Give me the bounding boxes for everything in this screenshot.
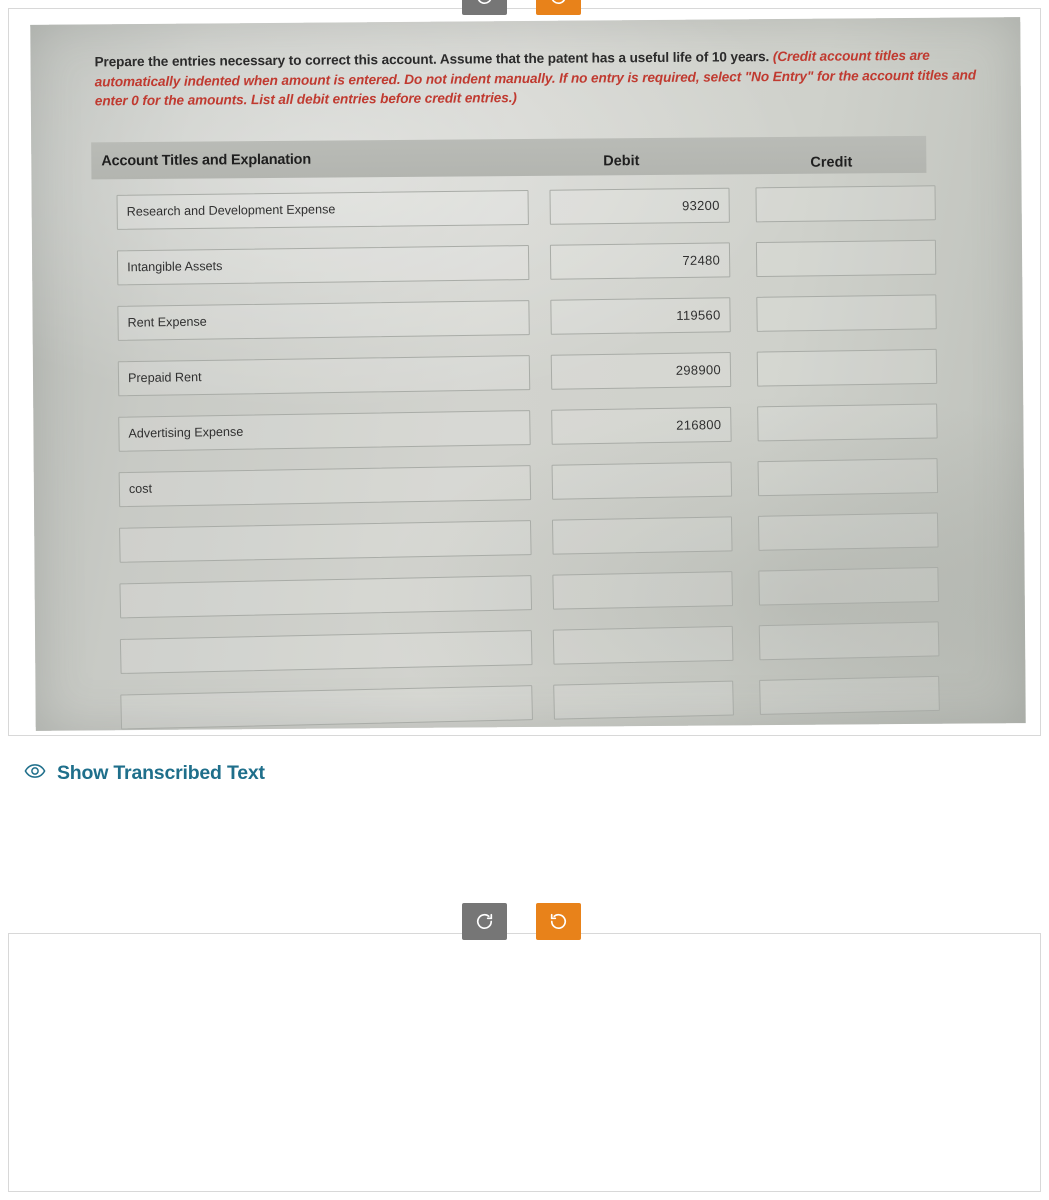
debit-amount-input[interactable]: [553, 680, 734, 720]
rotate-left-icon: [475, 0, 494, 6]
table-row: cost: [93, 450, 989, 513]
rotate-right-icon: [549, 912, 568, 931]
instruction-main-text: Prepare the entries necessary to correct…: [94, 49, 773, 70]
account-title-input[interactable]: [119, 574, 533, 618]
column-header-debit: Debit: [603, 153, 640, 170]
credit-amount-input[interactable]: [757, 457, 939, 496]
debit-amount-input[interactable]: [552, 570, 734, 610]
account-title-input[interactable]: Prepaid Rent: [117, 354, 531, 396]
image-rotation-toolbar-bottom: [462, 903, 581, 940]
credit-amount-input[interactable]: [759, 675, 940, 715]
journal-entry-table: Account Titles and Explanation Debit Cre…: [91, 135, 991, 730]
credit-amount-input[interactable]: [758, 620, 940, 660]
credit-amount-input[interactable]: [755, 184, 936, 222]
debit-amount-input[interactable]: 119560: [550, 296, 731, 335]
credit-amount-input[interactable]: [757, 402, 938, 441]
account-title-input[interactable]: Intangible Assets: [116, 244, 530, 285]
account-title-input[interactable]: [119, 519, 532, 563]
column-header-account: Account Titles and Explanation: [101, 151, 312, 169]
question-image-panel-bottom[interactable]: (To correct the account) (To record amor…: [8, 933, 1041, 1192]
show-transcribed-text-link[interactable]: Show Transcribed Text: [24, 762, 265, 785]
eye-icon: [24, 763, 46, 784]
credit-amount-input[interactable]: [758, 566, 939, 606]
account-title-input[interactable]: [120, 684, 533, 730]
page-root: Prepare the entries necessary to correct…: [0, 0, 1049, 1200]
debit-amount-input[interactable]: [551, 515, 733, 555]
debit-amount-input[interactable]: 298900: [550, 351, 732, 390]
account-title-input[interactable]: Research and Development Expense: [116, 189, 529, 230]
table-row: [94, 505, 990, 570]
show-transcribed-text-label: Show Transcribed Text: [57, 762, 265, 784]
table-row: Research and Development Expense 93200: [91, 178, 987, 236]
account-title-input[interactable]: Rent Expense: [117, 299, 530, 341]
question-image-panel-top[interactable]: Prepare the entries necessary to correct…: [8, 8, 1041, 736]
table-row: [94, 559, 990, 625]
debit-amount-input[interactable]: [552, 625, 734, 665]
rotate-right-button-bottom[interactable]: [536, 903, 581, 940]
debit-amount-input[interactable]: 72480: [549, 241, 731, 280]
table-row: Rent Expense 119560: [92, 287, 988, 348]
rotate-left-icon: [475, 912, 494, 931]
account-title-input[interactable]: Advertising Expense: [118, 409, 531, 452]
debit-amount-input[interactable]: 93200: [549, 187, 730, 225]
debit-amount-input[interactable]: 216800: [551, 406, 732, 445]
rotate-left-button-top[interactable]: [462, 0, 507, 15]
debit-amount-input[interactable]: [551, 461, 733, 500]
rotate-right-icon: [549, 0, 568, 6]
credit-amount-input[interactable]: [757, 511, 939, 551]
rotate-left-button-bottom[interactable]: [462, 903, 507, 940]
account-title-input[interactable]: [119, 629, 533, 674]
table-row: Prepaid Rent 298900: [93, 341, 989, 403]
column-header-credit: Credit: [810, 154, 853, 171]
account-title-input[interactable]: cost: [118, 464, 532, 507]
journal-table-header-row: Account Titles and Explanation Debit Cre…: [91, 135, 927, 180]
table-row: [95, 668, 991, 735]
credit-amount-input[interactable]: [756, 348, 938, 387]
table-row: Intangible Assets 72480: [92, 232, 988, 292]
question-photo-top: Prepare the entries necessary to correct…: [30, 17, 1026, 731]
question-instructions: Prepare the entries necessary to correct…: [94, 45, 994, 111]
credit-amount-input[interactable]: [755, 239, 937, 277]
rotate-right-button-top[interactable]: [536, 0, 581, 15]
table-row: Advertising Expense 216800: [93, 396, 989, 459]
credit-amount-input[interactable]: [756, 293, 937, 332]
image-rotation-toolbar-top: [462, 0, 581, 15]
